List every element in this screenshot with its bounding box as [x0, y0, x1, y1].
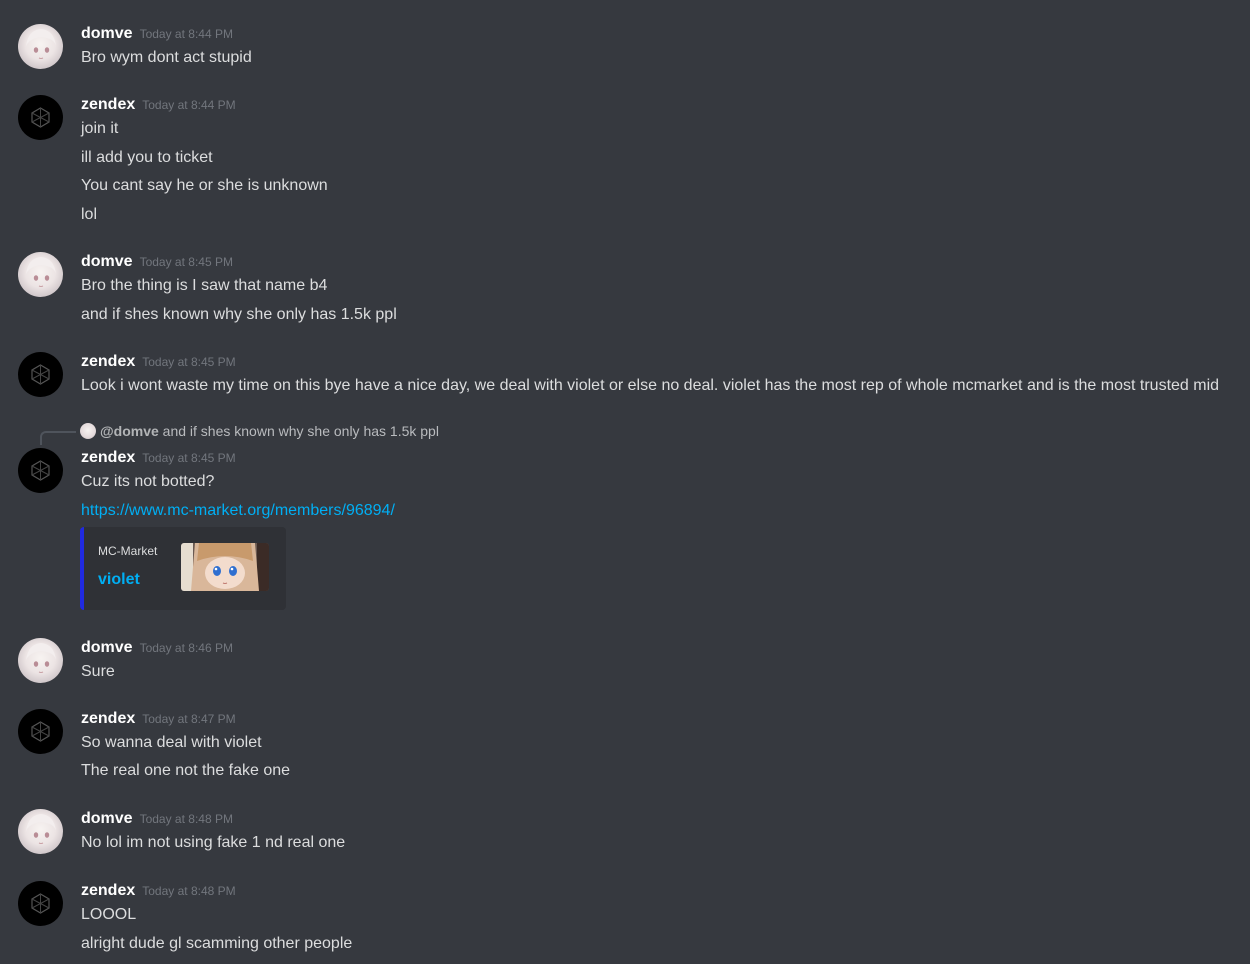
message-text: No lol im not using fake 1 nd real one: [81, 834, 346, 851]
message-text: The real one not the fake one: [81, 762, 291, 779]
message-text: You cant say he or she is unknown: [81, 177, 328, 194]
reply-reference[interactable]: @domve and if shes known why she only ha…: [80, 423, 439, 441]
anime-portrait-thumbnail: [181, 543, 269, 591]
timestamp: Today at 8:47 PM: [142, 712, 236, 726]
message-text: Look i wont waste my time on this bye ha…: [81, 377, 1220, 394]
reply-connector: [40, 431, 76, 445]
message-text: join it: [81, 120, 119, 137]
timestamp: Today at 8:48 PM: [142, 884, 236, 898]
message-text: and if shes known why she only has 1.5k …: [81, 306, 397, 323]
embed-title[interactable]: violet: [98, 571, 140, 589]
username[interactable]: domve: [81, 810, 133, 828]
username[interactable]: zendex: [81, 710, 135, 728]
reply-avatar: [80, 423, 96, 439]
user-avatar[interactable]: [18, 252, 63, 297]
timestamp: Today at 8:44 PM: [139, 27, 233, 41]
anime-avatar-icon: [26, 814, 56, 844]
user-avatar[interactable]: [18, 448, 63, 493]
user-avatar[interactable]: [18, 352, 63, 397]
user-avatar[interactable]: [18, 881, 63, 926]
hexagon-cube-icon: [31, 721, 50, 742]
reply-mention[interactable]: @domve: [100, 423, 159, 439]
user-avatar[interactable]: [18, 638, 63, 683]
timestamp: Today at 8:46 PM: [139, 641, 233, 655]
username[interactable]: domve: [81, 25, 133, 43]
anime-avatar-icon: [26, 29, 56, 59]
message-link[interactable]: https://www.mc-market.org/members/96894/: [81, 500, 395, 522]
username[interactable]: domve: [81, 253, 133, 271]
anime-avatar-icon: [26, 257, 56, 287]
message-text: alright dude gl scamming other people: [81, 935, 353, 952]
message-text: LOOOL: [81, 906, 137, 923]
username[interactable]: zendex: [81, 449, 135, 467]
embed-provider: MC-Market: [98, 544, 158, 558]
timestamp: Today at 8:45 PM: [142, 451, 236, 465]
link-embed: MC-Market violet: [80, 527, 286, 610]
hexagon-cube-icon: [31, 893, 50, 914]
message-text: Sure: [81, 663, 115, 680]
message-text: ill add you to ticket: [81, 149, 213, 166]
username[interactable]: zendex: [81, 353, 135, 371]
hexagon-cube-icon: [31, 107, 50, 128]
message-text: lol: [81, 206, 98, 223]
user-avatar[interactable]: [18, 809, 63, 854]
reply-text: and if shes known why she only has 1.5k …: [162, 423, 439, 439]
timestamp: Today at 8:44 PM: [142, 98, 236, 112]
user-avatar[interactable]: [18, 709, 63, 754]
user-avatar[interactable]: [18, 24, 63, 69]
chat-messages: domve Today at 8:44 PM Bro wym dont act s…: [0, 0, 1250, 964]
timestamp: Today at 8:48 PM: [139, 812, 233, 826]
message-text: Bro the thing is I saw that name b4: [81, 277, 328, 294]
message-text: Bro wym dont act stupid: [81, 49, 252, 66]
timestamp: Today at 8:45 PM: [142, 355, 236, 369]
timestamp: Today at 8:45 PM: [139, 255, 233, 269]
hexagon-cube-icon: [31, 460, 50, 481]
username[interactable]: domve: [81, 639, 133, 657]
username[interactable]: zendex: [81, 882, 135, 900]
anime-avatar-icon: [26, 643, 56, 673]
user-avatar[interactable]: [18, 95, 63, 140]
message-text: So wanna deal with violet: [81, 734, 262, 751]
username[interactable]: zendex: [81, 96, 135, 114]
hexagon-cube-icon: [31, 364, 50, 385]
embed-thumbnail[interactable]: [181, 543, 269, 591]
message-text: Cuz its not botted?: [81, 473, 215, 490]
